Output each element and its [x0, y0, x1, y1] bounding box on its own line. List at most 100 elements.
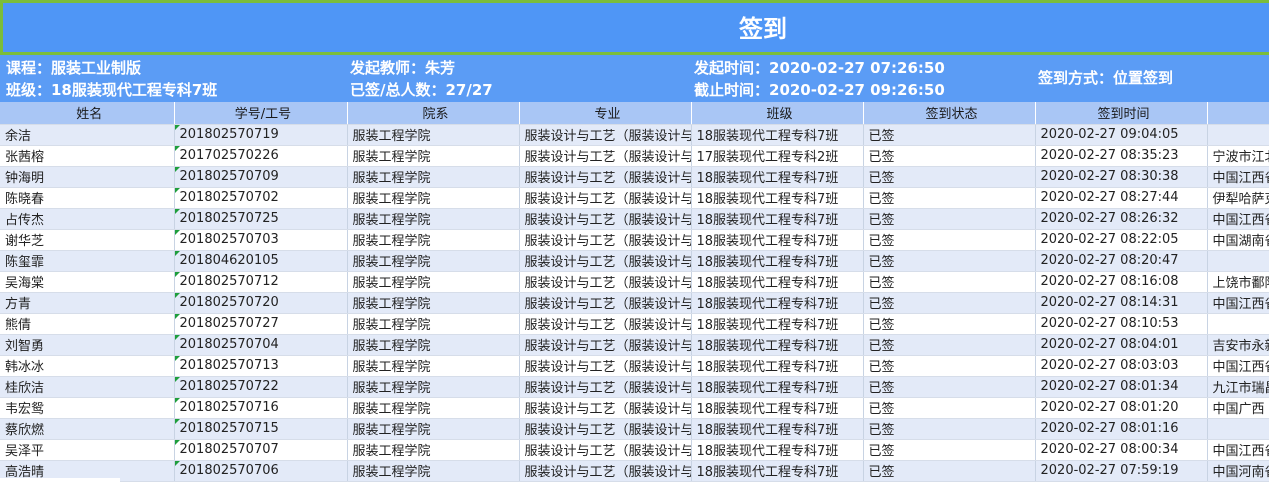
- cell-location[interactable]: 中国广西: [1207, 397, 1269, 419]
- cell-location[interactable]: [1207, 313, 1269, 335]
- cell-major[interactable]: 服装设计与工艺（服装设计与: [519, 313, 692, 335]
- cell-class[interactable]: 18服装现代工程专科7班: [691, 124, 864, 146]
- cell-sign-time[interactable]: 2020-02-27 08:35:23: [1035, 145, 1208, 167]
- cell-name[interactable]: 方青: [0, 292, 175, 314]
- cell-class[interactable]: 18服装现代工程专科7班: [691, 313, 864, 335]
- cell-student-id[interactable]: 201802570706: [174, 460, 348, 482]
- cell-sign-time[interactable]: 2020-02-27 08:01:20: [1035, 397, 1208, 419]
- cell-class[interactable]: 18服装现代工程专科7班: [691, 250, 864, 272]
- cell-status[interactable]: 已签: [863, 166, 1036, 188]
- cell-location[interactable]: 宁波市江北: [1207, 145, 1269, 167]
- cell-major[interactable]: 服装设计与工艺（服装设计与: [519, 271, 692, 293]
- column-header-location[interactable]: [1207, 102, 1269, 125]
- cell-major[interactable]: 服装设计与工艺（服装设计与: [519, 250, 692, 272]
- cell-status[interactable]: 已签: [863, 292, 1036, 314]
- cell-sign-time[interactable]: 2020-02-27 08:27:44: [1035, 187, 1208, 209]
- cell-student-id[interactable]: 201802570720: [174, 292, 348, 314]
- cell-major[interactable]: 服装设计与工艺（服装设计与: [519, 355, 692, 377]
- cell-name[interactable]: 桂欣洁: [0, 376, 175, 398]
- cell-status[interactable]: 已签: [863, 376, 1036, 398]
- cell-sign-time[interactable]: 2020-02-27 08:10:53: [1035, 313, 1208, 335]
- cell-class[interactable]: 18服装现代工程专科7班: [691, 397, 864, 419]
- cell-student-id[interactable]: 201802570712: [174, 271, 348, 293]
- cell-status[interactable]: 已签: [863, 145, 1036, 167]
- cell-dept[interactable]: 服装工程学院: [347, 397, 520, 419]
- cell-class[interactable]: 18服装现代工程专科7班: [691, 460, 864, 482]
- cell-status[interactable]: 已签: [863, 187, 1036, 209]
- cell-status[interactable]: 已签: [863, 397, 1036, 419]
- cell-dept[interactable]: 服装工程学院: [347, 313, 520, 335]
- cell-student-id[interactable]: 201802570703: [174, 229, 348, 251]
- cell-major[interactable]: 服装设计与工艺（服装设计与: [519, 439, 692, 461]
- cell-status[interactable]: 已签: [863, 229, 1036, 251]
- cell-status[interactable]: 已签: [863, 124, 1036, 146]
- cell-student-id[interactable]: 201802570713: [174, 355, 348, 377]
- column-header-id[interactable]: 学号/工号: [174, 102, 348, 125]
- cell-dept[interactable]: 服装工程学院: [347, 229, 520, 251]
- cell-name[interactable]: 钟海明: [0, 166, 175, 188]
- cell-dept[interactable]: 服装工程学院: [347, 187, 520, 209]
- cell-student-id[interactable]: 201802570704: [174, 334, 348, 356]
- cell-name[interactable]: 吴泽平: [0, 439, 175, 461]
- cell-student-id[interactable]: 201802570722: [174, 376, 348, 398]
- cell-location[interactable]: 中国河南省: [1207, 460, 1269, 482]
- cell-name[interactable]: 吴海棠: [0, 271, 175, 293]
- cell-name[interactable]: 熊倩: [0, 313, 175, 335]
- cell-status[interactable]: 已签: [863, 418, 1036, 440]
- cell-name[interactable]: 蔡欣燃: [0, 418, 175, 440]
- cell-status[interactable]: 已签: [863, 208, 1036, 230]
- cell-location[interactable]: 中国湖南省: [1207, 229, 1269, 251]
- cell-location[interactable]: 中国江西省: [1207, 166, 1269, 188]
- cell-sign-time[interactable]: 2020-02-27 08:14:31: [1035, 292, 1208, 314]
- cell-student-id[interactable]: 201802570727: [174, 313, 348, 335]
- cell-status[interactable]: 已签: [863, 250, 1036, 272]
- cell-sign-time[interactable]: 2020-02-27 08:22:05: [1035, 229, 1208, 251]
- cell-major[interactable]: 服装设计与工艺（服装设计与: [519, 124, 692, 146]
- cell-status[interactable]: 已签: [863, 355, 1036, 377]
- cell-dept[interactable]: 服装工程学院: [347, 292, 520, 314]
- cell-location[interactable]: [1207, 418, 1269, 440]
- cell-location[interactable]: 伊犁哈萨克: [1207, 187, 1269, 209]
- cell-class[interactable]: 18服装现代工程专科7班: [691, 418, 864, 440]
- cell-location[interactable]: [1207, 124, 1269, 146]
- cell-major[interactable]: 服装设计与工艺（服装设计与: [519, 397, 692, 419]
- cell-student-id[interactable]: 201802570702: [174, 187, 348, 209]
- cell-major[interactable]: 服装设计与工艺（服装设计与: [519, 292, 692, 314]
- cell-sign-time[interactable]: 2020-02-27 09:04:05: [1035, 124, 1208, 146]
- cell-sign-time[interactable]: 2020-02-27 08:00:34: [1035, 439, 1208, 461]
- cell-sign-time[interactable]: 2020-02-27 08:01:34: [1035, 376, 1208, 398]
- cell-location[interactable]: 中国江西省: [1207, 292, 1269, 314]
- column-header-time[interactable]: 签到时间: [1035, 102, 1208, 125]
- cell-location[interactable]: 上饶市鄱阳: [1207, 271, 1269, 293]
- cell-status[interactable]: 已签: [863, 271, 1036, 293]
- cell-major[interactable]: 服装设计与工艺（服装设计与: [519, 187, 692, 209]
- cell-class[interactable]: 18服装现代工程专科7班: [691, 334, 864, 356]
- column-header-name[interactable]: 姓名: [0, 102, 175, 125]
- cell-student-id[interactable]: 201702570226: [174, 145, 348, 167]
- cell-dept[interactable]: 服装工程学院: [347, 418, 520, 440]
- cell-name[interactable]: 占传杰: [0, 208, 175, 230]
- cell-student-id[interactable]: 201804620105: [174, 250, 348, 272]
- cell-status[interactable]: 已签: [863, 313, 1036, 335]
- cell-sign-time[interactable]: 2020-02-27 08:03:03: [1035, 355, 1208, 377]
- cell-location[interactable]: 吉安市永新: [1207, 334, 1269, 356]
- cell-sign-time[interactable]: 2020-02-27 08:26:32: [1035, 208, 1208, 230]
- cell-location[interactable]: 中国江西省: [1207, 355, 1269, 377]
- cell-sign-time[interactable]: 2020-02-27 08:20:47: [1035, 250, 1208, 272]
- column-header-major[interactable]: 专业: [519, 102, 692, 125]
- cell-location[interactable]: 中国江西省: [1207, 208, 1269, 230]
- cell-status[interactable]: 已签: [863, 334, 1036, 356]
- cell-dept[interactable]: 服装工程学院: [347, 208, 520, 230]
- cell-sign-time[interactable]: 2020-02-27 08:30:38: [1035, 166, 1208, 188]
- cell-major[interactable]: 服装设计与工艺（服装设计与: [519, 376, 692, 398]
- cell-name[interactable]: 谢华芝: [0, 229, 175, 251]
- cell-major[interactable]: 服装设计与工艺（服装设计与: [519, 229, 692, 251]
- cell-student-id[interactable]: 201802570725: [174, 208, 348, 230]
- cell-class[interactable]: 18服装现代工程专科7班: [691, 229, 864, 251]
- column-header-dept[interactable]: 院系: [347, 102, 520, 125]
- cell-dept[interactable]: 服装工程学院: [347, 124, 520, 146]
- cell-status[interactable]: 已签: [863, 439, 1036, 461]
- cell-class[interactable]: 18服装现代工程专科7班: [691, 271, 864, 293]
- cell-name[interactable]: 陈玺霏: [0, 250, 175, 272]
- cell-student-id[interactable]: 201802570719: [174, 124, 348, 146]
